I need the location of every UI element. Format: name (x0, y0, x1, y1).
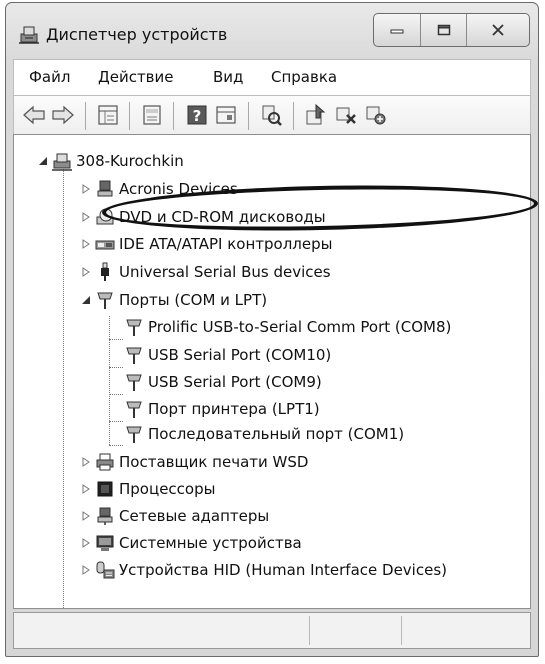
driver-icon[interactable] (214, 103, 238, 127)
port-connector-icon (126, 347, 142, 364)
node-label: Порт принтера (LPT1) (148, 400, 320, 418)
acronis-device-icon (97, 180, 113, 197)
node-label: USB Serial Port (COM10) (148, 346, 332, 364)
expanded-triangle-icon[interactable] (38, 156, 48, 166)
collapsed-triangle-icon[interactable] (81, 538, 91, 548)
title-bar[interactable]: Диспетчер устройств (6, 3, 538, 55)
properties-icon[interactable] (96, 103, 120, 127)
expanded-triangle-icon[interactable] (81, 295, 91, 305)
menu-file[interactable]: Файл (29, 68, 70, 86)
node-label: IDE ATA/ATAPI контроллеры (119, 235, 333, 253)
computer-icon (52, 153, 72, 171)
help-icon[interactable]: ? (185, 103, 209, 127)
system-device-icon (96, 535, 114, 551)
collapsed-triangle-icon[interactable] (81, 267, 91, 277)
port-connector-icon (126, 374, 142, 391)
collapsed-triangle-icon[interactable] (81, 484, 91, 494)
status-cell (401, 616, 402, 645)
port-connector-icon (126, 426, 142, 443)
node-label: Prolific USB-to-Serial Comm Port (COM8) (148, 318, 452, 336)
node-label: Устройства HID (Human Interface Devices) (119, 561, 447, 579)
forward-arrow-icon[interactable] (51, 103, 75, 127)
tree-category-dvd[interactable]: DVD и CD-ROM дисководы (81, 206, 481, 230)
device-tree[interactable]: 308-Kurochkin Acronis Devices DVD и CD-R… (13, 134, 531, 609)
maximize-icon (437, 24, 450, 36)
collapsed-triangle-icon[interactable] (81, 511, 91, 521)
port-item-com10[interactable]: USB Serial Port (COM10) (110, 344, 530, 368)
device-manager-window: Диспетчер устройств Файл Действие Вид Сп… (5, 2, 539, 657)
minimize-icon (390, 29, 404, 34)
node-label: Universal Serial Bus devices (119, 263, 331, 281)
tree-category-network[interactable]: Сетевые адаптеры (81, 505, 481, 529)
port-item-lpt1[interactable]: Порт принтера (LPT1) (110, 398, 530, 422)
tree-connector (63, 165, 64, 608)
toolbar-separator (173, 102, 174, 130)
hid-device-icon (96, 561, 115, 579)
node-label: Acronis Devices (119, 180, 238, 198)
node-label: 308-Kurochkin (76, 152, 184, 170)
toolbar-separator (293, 102, 294, 130)
menu-view[interactable]: Вид (213, 68, 243, 86)
status-cell (309, 616, 310, 645)
processor-chip-icon (97, 481, 113, 497)
printer-icon (96, 453, 114, 471)
maximize-button[interactable] (421, 14, 468, 46)
disable-device-icon[interactable] (334, 103, 358, 127)
tree-root-computer[interactable]: 308-Kurochkin (38, 150, 238, 174)
tree-category-ide[interactable]: IDE ATA/ATAPI контроллеры (81, 233, 481, 257)
port-connector-icon (126, 319, 142, 336)
caption-buttons (373, 13, 530, 47)
svg-text:?: ? (193, 107, 202, 125)
window-title: Диспетчер устройств (46, 25, 228, 44)
node-label: Последовательный порт (COM1) (148, 425, 405, 443)
list-view-icon[interactable] (140, 103, 164, 127)
collapsed-triangle-icon[interactable] (81, 184, 91, 194)
tree-category-system[interactable]: Системные устройства (81, 532, 481, 556)
node-label: Поставщик печати WSD (119, 453, 309, 471)
collapsed-triangle-icon[interactable] (81, 239, 91, 249)
toolbar-separator (129, 102, 130, 130)
port-item-com1[interactable]: Последовательный порт (COM1) (110, 423, 530, 447)
close-icon (492, 24, 504, 36)
menu-bar: Файл Действие Вид Справка (13, 59, 531, 95)
port-item-prolific[interactable]: Prolific USB-to-Serial Comm Port (COM8) (110, 316, 530, 340)
menu-action[interactable]: Действие (98, 68, 174, 86)
node-label: DVD и CD-ROM дисководы (119, 208, 326, 226)
status-bar (13, 612, 531, 649)
node-label: Сетевые адаптеры (119, 507, 270, 525)
tree-category-usb[interactable]: Universal Serial Bus devices (81, 261, 481, 285)
menu-help[interactable]: Справка (271, 68, 337, 86)
node-label: Порты (COM и LPT) (119, 291, 268, 309)
minimize-button[interactable] (374, 14, 421, 46)
node-label: Процессоры (119, 480, 216, 498)
tree-category-processors[interactable]: Процессоры (81, 478, 481, 502)
close-button[interactable] (467, 14, 529, 46)
tree-category-wsd-print[interactable]: Поставщик печати WSD (81, 451, 481, 475)
collapsed-triangle-icon[interactable] (81, 457, 91, 467)
collapsed-triangle-icon[interactable] (81, 565, 91, 575)
tree-category-ports[interactable]: Порты (COM и LPT) (81, 289, 481, 313)
port-connector-icon (97, 292, 113, 309)
port-item-com9[interactable]: USB Serial Port (COM9) (110, 371, 530, 395)
port-connector-icon (126, 401, 142, 418)
dvd-drive-icon (96, 208, 114, 225)
update-driver-icon[interactable] (304, 103, 328, 127)
back-arrow-icon[interactable] (22, 103, 46, 127)
network-adapter-icon (97, 507, 113, 525)
ide-controller-icon (95, 240, 115, 250)
tree-category-hid[interactable]: Устройства HID (Human Interface Devices) (81, 559, 521, 583)
toolbar-separator (248, 102, 249, 130)
toolbar-separator (85, 102, 86, 130)
device-manager-icon (19, 26, 39, 44)
node-label: Системные устройства (119, 534, 302, 552)
collapsed-triangle-icon[interactable] (81, 212, 91, 222)
tree-category-acronis[interactable]: Acronis Devices (81, 178, 481, 202)
scan-hardware-icon[interactable] (259, 103, 283, 127)
node-label: USB Serial Port (COM9) (148, 373, 322, 391)
usb-plug-icon (101, 262, 109, 281)
toolbar: ? (13, 95, 531, 135)
uninstall-device-icon[interactable] (364, 103, 388, 127)
